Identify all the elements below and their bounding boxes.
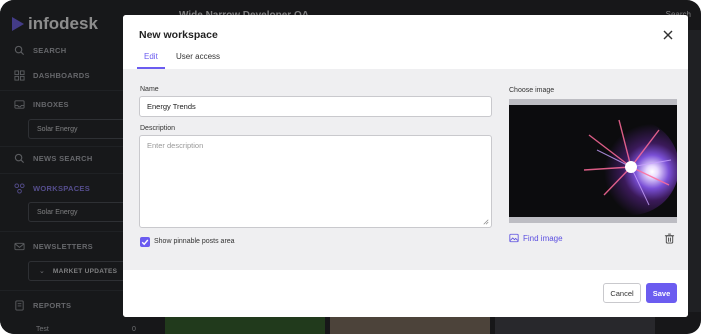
new-workspace-modal: New workspace Edit User access Name Desc… (123, 15, 688, 317)
pinnable-label: Show pinnable posts area (154, 238, 235, 245)
choose-image-label: Choose image (509, 87, 555, 94)
tab-edit[interactable]: Edit (137, 52, 165, 69)
name-label: Name (140, 86, 159, 93)
name-field[interactable] (139, 96, 492, 117)
trash-icon[interactable] (664, 233, 675, 244)
description-placeholder: Enter description (147, 141, 204, 150)
cancel-button[interactable]: Cancel (603, 283, 641, 303)
description-field[interactable]: Enter description (139, 135, 492, 228)
find-image-label: Find image (523, 233, 563, 243)
tab-user-access[interactable]: User access (176, 52, 220, 67)
image-icon (509, 233, 519, 243)
find-image-button[interactable]: Find image (509, 233, 563, 243)
description-label: Description (140, 125, 176, 132)
save-button[interactable]: Save (646, 283, 677, 303)
modal-title: New workspace (139, 29, 218, 41)
plasma-ball-image (509, 105, 677, 217)
modal-header: New workspace Edit User access (123, 15, 688, 69)
close-icon[interactable] (662, 29, 674, 41)
pinnable-checkbox[interactable] (140, 237, 150, 247)
checkmark-icon (141, 239, 149, 246)
resize-handle-icon[interactable] (483, 219, 489, 225)
workspace-image-preview[interactable] (509, 99, 677, 223)
app-frame: infodesk SEARCH DASHBOARDS INBOXES Solar… (0, 0, 701, 334)
